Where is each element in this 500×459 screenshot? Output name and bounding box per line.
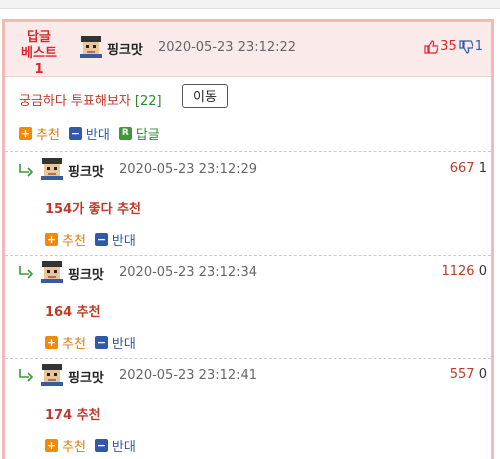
reply-actions: + 추천 − 반대: [45, 333, 145, 352]
best-badge: 답글 베스트1: [17, 30, 61, 78]
reply-votes: 557 0: [450, 367, 487, 382]
recommend-label: 추천: [62, 234, 86, 249]
reply-timestamp: 2020-05-23 23:12:41: [119, 368, 258, 383]
reply-downvote-count: 0: [478, 264, 487, 279]
minus-icon: −: [94, 233, 108, 246]
oppose-label: 반대: [111, 337, 136, 352]
oppose-label: 반대: [111, 234, 136, 249]
recommend-label: 추천: [62, 337, 86, 352]
post-votes: 35 1: [424, 39, 483, 54]
oppose-button[interactable]: − 반대: [68, 124, 110, 143]
author-name[interactable]: 핑크맛: [107, 39, 143, 58]
recommend-button[interactable]: + 추천: [45, 333, 86, 352]
reply-text: 174 추천: [45, 408, 101, 423]
reply-timestamp: 2020-05-23 23:12:29: [119, 162, 258, 177]
recommend-label: 추천: [62, 440, 86, 455]
minus-icon: −: [94, 439, 108, 452]
reply-r-icon: R: [118, 127, 132, 140]
plus-icon: +: [45, 439, 58, 452]
divider: [5, 358, 491, 359]
reply-arrow-icon: [19, 266, 34, 279]
reply-upvote-count: 667: [449, 161, 475, 176]
plus-icon: +: [45, 233, 58, 246]
best-reply-panel: 답글 베스트1 핑크맛 2020-05-23 23:12:22 35 1 궁금하…: [2, 19, 494, 459]
thumbs-down-icon[interactable]: [459, 39, 473, 54]
post-title: 궁금하다 투표해보자: [19, 94, 131, 109]
reply-actions: + 추천 − 반대: [45, 436, 145, 455]
minus-icon: −: [94, 336, 108, 349]
best-badge-line2: 베스트1: [21, 46, 57, 77]
reply-text: 154가 좋다 추천: [45, 202, 141, 217]
oppose-label: 반대: [85, 128, 110, 143]
author-avatar-icon[interactable]: [78, 36, 104, 58]
reply-downvote-count: 0: [478, 367, 487, 382]
reply-upvote-count: 1126: [441, 264, 475, 279]
plus-icon: +: [45, 336, 58, 349]
reply-author-name[interactable]: 핑크맛: [68, 367, 104, 386]
best-post-header: 답글 베스트1 핑크맛 2020-05-23 23:12:22 35 1: [5, 22, 491, 77]
best-badge-line1: 답글: [27, 30, 51, 45]
author-avatar-icon[interactable]: [39, 364, 65, 386]
reply-author-name[interactable]: 핑크맛: [68, 264, 104, 283]
downvote-count: 1: [474, 39, 483, 54]
reply-timestamp: 2020-05-23 23:12:34: [119, 265, 258, 280]
recommend-button[interactable]: + 추천: [19, 124, 60, 143]
oppose-button[interactable]: − 반대: [94, 436, 136, 455]
divider: [5, 255, 491, 256]
move-button[interactable]: 이동: [182, 84, 228, 108]
divider: [5, 151, 491, 152]
reply-upvote-count: 557: [449, 367, 475, 382]
oppose-button[interactable]: − 반대: [94, 230, 136, 249]
reply-text: 164 추천: [45, 305, 101, 320]
oppose-button[interactable]: − 반대: [94, 333, 136, 352]
reply-label: 답글: [135, 128, 160, 143]
author-avatar-icon[interactable]: [39, 158, 65, 180]
recommend-button[interactable]: + 추천: [45, 436, 86, 455]
author-avatar-icon[interactable]: [39, 261, 65, 283]
reply-votes: 1126 0: [441, 264, 487, 279]
recommend-label: 추천: [36, 128, 60, 143]
post-content: 궁금하다 투표해보자 [22]: [19, 90, 162, 109]
plus-icon: +: [19, 127, 32, 140]
reply-button[interactable]: R 답글: [118, 124, 160, 143]
reply-votes: 667 1: [450, 161, 487, 176]
top-strip: [0, 0, 500, 9]
upvote-count: 35: [440, 39, 457, 54]
reply-author-name[interactable]: 핑크맛: [68, 161, 104, 180]
thumbs-up-icon[interactable]: [424, 39, 439, 54]
oppose-label: 반대: [111, 440, 136, 455]
post-actions: + 추천 − 반대 R 답글: [19, 124, 169, 143]
minus-icon: −: [68, 127, 82, 140]
reply-actions: + 추천 − 반대: [45, 230, 145, 249]
recommend-button[interactable]: + 추천: [45, 230, 86, 249]
reply-arrow-icon: [19, 369, 34, 382]
reply-count[interactable]: [22]: [135, 94, 162, 109]
post-timestamp: 2020-05-23 23:12:22: [158, 40, 297, 55]
reply-downvote-count: 1: [478, 161, 487, 176]
reply-arrow-icon: [19, 164, 34, 177]
